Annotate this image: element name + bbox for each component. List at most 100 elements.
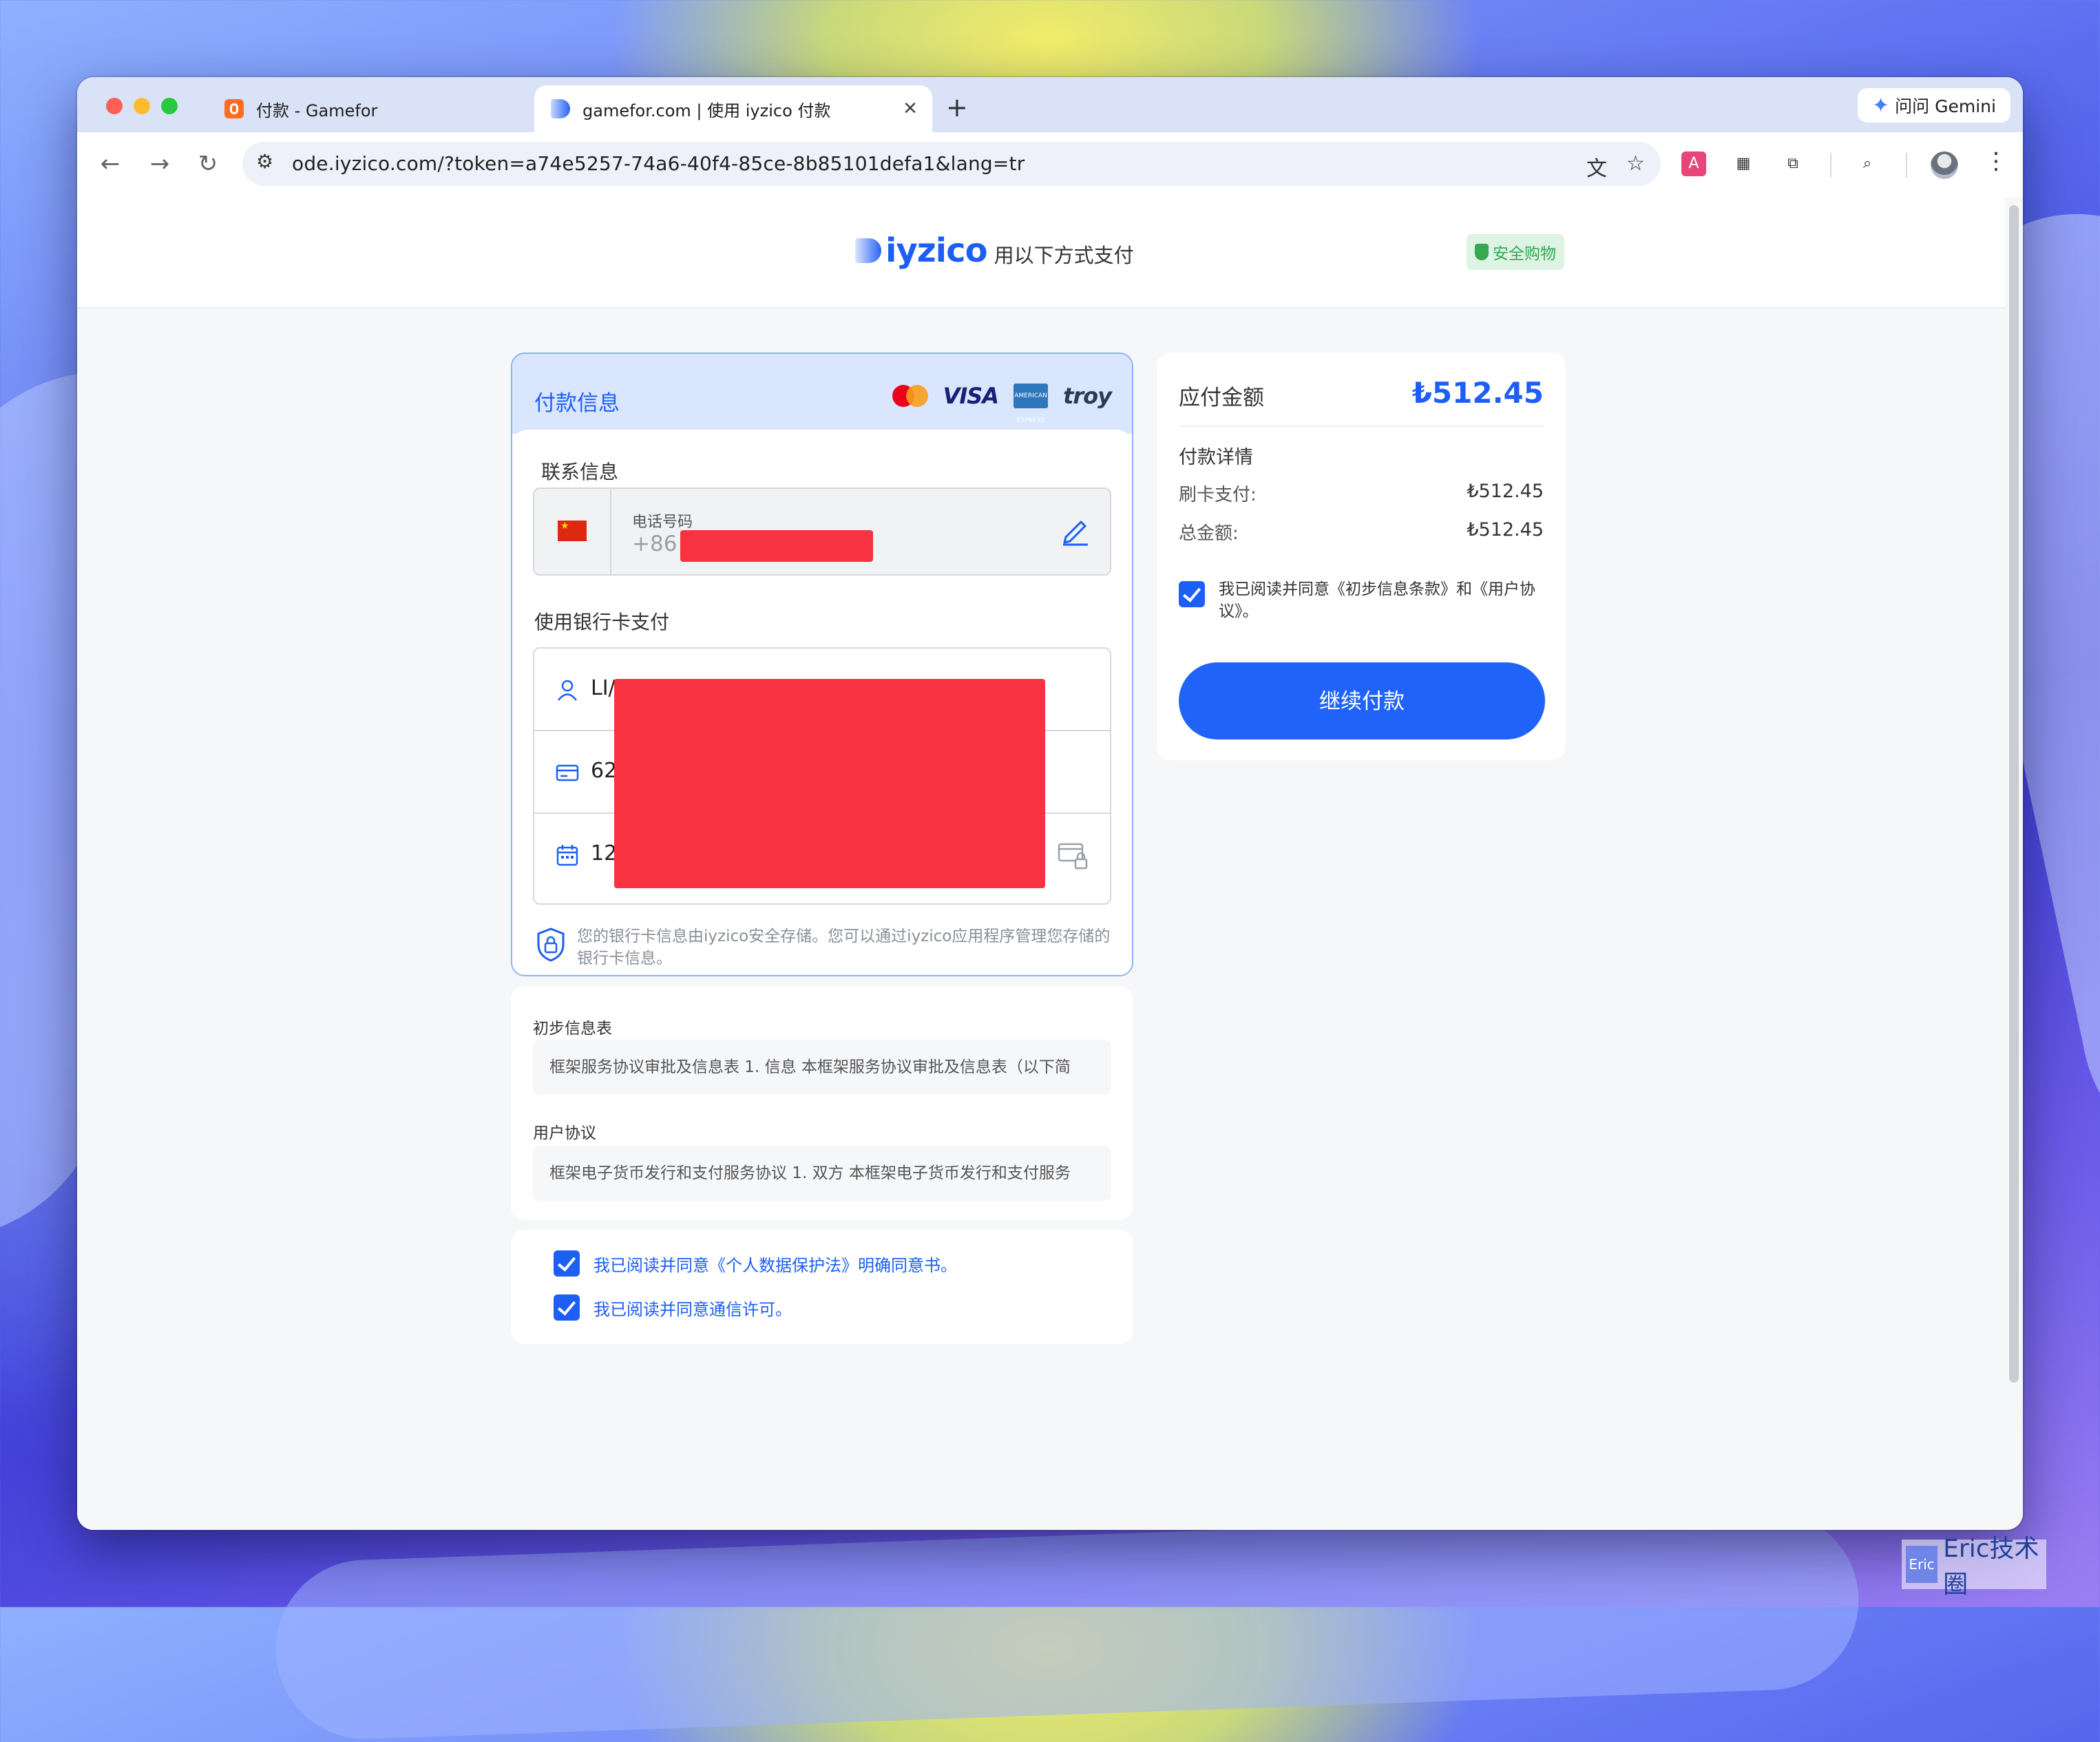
reload-icon[interactable]: ↻ [191,147,224,180]
edit-pen-icon[interactable] [1060,516,1091,547]
ask-gemini-label: 问问 Gemini [1895,96,1996,116]
cvc-lock-icon [1058,843,1088,870]
site-settings-icon[interactable]: ⚙ [256,150,273,173]
tab-close-icon[interactable]: ✕ [896,98,924,119]
contact-info-label: 联系信息 [541,461,619,483]
url-text[interactable]: ode.iyzico.com/?token=a74e5257-74a6-40f4… [292,152,1025,175]
tab-iyzico-active[interactable]: gamefor.com | 使用 iyzico 付款 ✕ [534,85,932,132]
secure-badge-label: 安全购物 [1493,245,1556,263]
payment-card-header: 付款信息 VISA AMERICAN EXPRESS troy [512,354,1132,434]
close-window-button[interactable] [106,98,123,114]
summary-divider [1179,426,1544,427]
user-agreement-label: 用户协议 [533,1124,596,1142]
wallpaper-ribbon [273,1507,1862,1742]
forward-icon[interactable]: → [143,147,176,180]
toolbar-divider [1830,153,1831,178]
payment-details-label: 付款详情 [1179,447,1253,468]
checkbox-checked[interactable] [554,1294,580,1321]
checkbox-checked[interactable] [1179,581,1205,607]
browser-window: 付款 - Gamefor ✕ gamefor.com | 使用 iyzico 付… [77,77,2023,1530]
payment-title: 付款信息 [534,391,620,416]
profile-avatar[interactable] [1931,151,1958,179]
iyzico-logo-icon [855,238,881,263]
iyzico-favicon-icon [551,99,570,118]
star-icon[interactable]: ☆ [1626,151,1645,176]
phone-country-code: +86 [632,532,678,556]
redacted-card-details [614,679,1045,888]
checkout-header: iyzico 用以下方式支付 安全购物 [77,197,2005,308]
ask-gemini-button[interactable]: ✦ 问问 Gemini [1858,88,2010,123]
kvkk-consent-row[interactable]: 我已阅读并同意《个人数据保护法》明确同意书。 [554,1250,957,1277]
communication-consent-row[interactable]: 我已阅读并同意通信许可。 [554,1294,792,1321]
translate-icon[interactable]: ⽂ [1586,151,1607,182]
card-section-label: 使用银行卡支付 [534,611,670,633]
gemini-sparkle-icon: ✦ [1872,93,1890,118]
visa-logo: VISA [943,383,999,409]
user-icon [558,680,577,701]
redacted-phone [680,530,873,562]
amount-due-value: ₺512.45 [1411,376,1544,410]
minimize-window-button[interactable] [134,98,150,114]
secure-shopping-badge: 安全购物 [1467,234,1564,270]
card-payment-label: 刷卡支付: [1179,485,1257,505]
card-storage-notice-text: 您的银行卡信息由iyzico安全存储。您可以通过iyzico应用程序管理您存储的… [577,927,1111,967]
shield-icon [1475,244,1489,260]
card-storage-notice: 您的银行卡信息由iyzico安全存储。您可以通过iyzico应用程序管理您存储的… [536,925,1110,967]
card-payment-value: ₺512.45 [1467,481,1544,502]
card-number-value: 62 [591,759,618,783]
cardholder-name-value: LI/ [591,676,616,700]
preliminary-info-box[interactable]: 框架服务协议审批及信息表 1. 信息 本框架服务协议审批及信息表（以下简 [533,1040,1111,1095]
amount-due-label: 应付金额 [1179,386,1264,410]
calendar-icon [556,845,578,866]
total-value: ₺512.45 [1467,519,1544,541]
terms-card: 初步信息表 框架服务协议审批及信息表 1. 信息 本框架服务协议审批及信息表（以… [511,986,1133,1220]
brand-name: iyzico [885,231,988,270]
qr-code-icon[interactable]: ▦ [1731,151,1756,176]
phone-label: 电话号码 [632,514,693,531]
preliminary-info-label: 初步信息表 [533,1020,612,1038]
credit-card-icon [556,764,579,781]
tab-title: gamefor.com | 使用 iyzico 付款 [582,101,831,120]
cast-search-icon[interactable]: ⌕ [1855,151,1880,176]
address-bar[interactable]: ⚙ ode.iyzico.com/?token=a74e5257-74a6-40… [242,142,1661,186]
user-agreement-box[interactable]: 框架电子货币发行和支付服务协议 1. 双方 本框架电子货币发行和支付服务 [533,1146,1111,1201]
consent-text[interactable]: 我已阅读并同意通信许可。 [594,1296,792,1320]
iyzico-brand: iyzico 用以下方式支付 [855,231,1134,270]
brand-subtitle: 用以下方式支付 [994,244,1134,267]
order-summary-card: 应付金额 ₺512.45 付款详情 刷卡支付: ₺512.45 总金额: ₺51… [1157,353,1566,760]
continue-payment-button[interactable]: 继续付款 [1179,662,1545,739]
payment-card-body: 联系信息 电话号码 +86 使用银行卡支付 [512,430,1132,975]
tab-strip: 付款 - Gamefor ✕ gamefor.com | 使用 iyzico 付… [77,77,2023,132]
amex-logo: AMERICAN EXPRESS [1014,384,1049,424]
country-selector[interactable] [534,489,611,574]
scrollbar[interactable] [2009,205,2019,1383]
menu-icon[interactable]: ⋮ [1984,147,2008,175]
agreement-consent-text[interactable]: 我已阅读并同意《初步信息条款》和《用户协议》。 [1219,578,1549,622]
page-content: iyzico 用以下方式支付 安全购物 付款信息 VISA AMERICAN E… [77,197,2023,1530]
card-brand-logos: VISA AMERICAN EXPRESS troy [892,383,1112,424]
agreement-consent-row[interactable]: 我已阅读并同意《初步信息条款》和《用户协议》。 [1179,578,1549,622]
gamefor-favicon-icon [224,99,244,118]
watermark-logo: Eric [1906,1546,1938,1583]
browser-toolbar: ← → ↻ ⚙ ode.iyzico.com/?token=a74e5257-7… [77,132,2023,198]
shield-lock-icon [537,927,565,962]
expiry-value: 12 [591,841,618,865]
china-flag-icon [558,521,587,541]
troy-logo: troy [1063,383,1112,409]
watermark: Eric Eric技术圈 [1902,1535,2046,1599]
checkbox-checked[interactable] [554,1250,580,1277]
total-label: 总金额: [1179,523,1239,544]
consent-text[interactable]: 我已阅读并同意《个人数据保护法》明确同意书。 [594,1252,957,1276]
extensions-puzzle-icon[interactable]: ⧉ [1781,151,1805,176]
maximize-window-button[interactable] [161,98,178,114]
phone-field[interactable]: 电话号码 +86 [533,487,1111,576]
back-icon[interactable]: ← [94,147,127,180]
mastercard-logo-icon [892,384,928,408]
consent-card: 我已阅读并同意《个人数据保护法》明确同意书。 我已阅读并同意通信许可。 [511,1230,1133,1344]
new-tab-button[interactable]: + [946,92,968,123]
payment-info-card: 付款信息 VISA AMERICAN EXPRESS troy 联系信息 电话号… [511,353,1133,976]
toolbar-divider [1906,153,1907,178]
translate-extension-icon[interactable]: A [1681,151,1706,176]
watermark-text: Eric技术圈 [1943,1535,2039,1599]
tab-title: 付款 - Gamefor [256,101,378,120]
